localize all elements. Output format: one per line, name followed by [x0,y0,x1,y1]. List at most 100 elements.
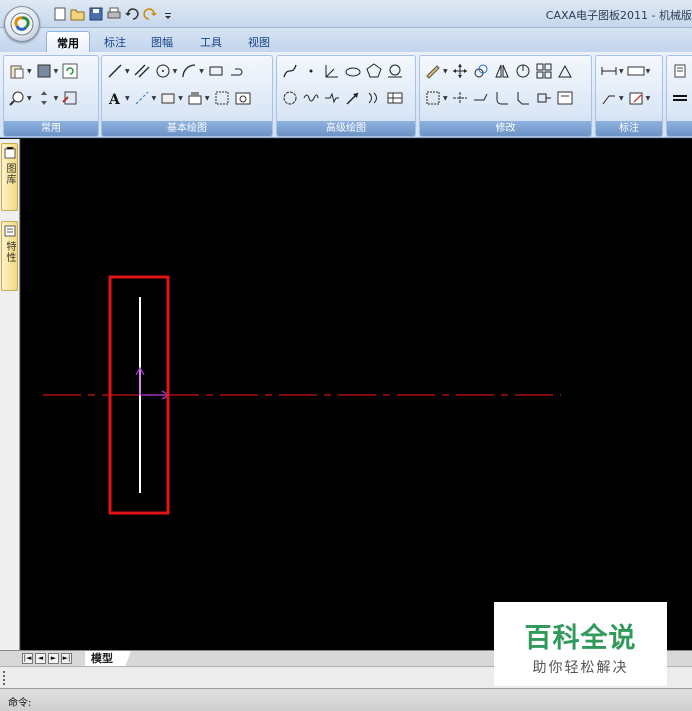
ellipse-icon[interactable] [344,62,362,80]
open-file-icon[interactable] [70,6,86,22]
refresh-icon[interactable] [61,62,79,80]
line-weight-icon[interactable] [671,89,689,107]
side-panel: 图库 特性 [0,139,20,659]
zoom-icon[interactable] [8,89,26,107]
sidetab-properties-label: 特性 [4,241,15,263]
centerline-icon[interactable] [133,89,151,107]
layer-icon[interactable] [35,62,53,80]
prev-tab-button[interactable]: ◄ [35,653,46,664]
table-icon[interactable] [386,89,404,107]
rotate-icon[interactable] [514,62,532,80]
drawing-canvas[interactable] [21,139,692,650]
sidetab-properties[interactable]: 特性 [1,221,18,291]
tab-sheet[interactable]: 图幅 [141,31,183,52]
group-modify-label: 修改 [420,121,591,136]
undo-icon[interactable] [124,6,140,22]
window-title: CAXA电子图板2011 - 机械版 [545,9,692,22]
new-file-icon[interactable] [52,6,68,22]
group-modify: ▼ ▼ 修改 [419,55,592,137]
title-bar: CAXA电子图板2011 - 机械版 [0,0,692,28]
ribbon-panel: ▼ ▼ ▼ ▼ 常用 ▼ ▼ ▼ A ▼ ▼ ▼ ▼ 基本绘图 高级绘图 ▼ ▼… [0,52,692,138]
pan-icon[interactable] [35,89,53,107]
ribbon-tabs: 常用 标注 图幅 工具 视图 [0,28,692,52]
hatch-icon[interactable] [159,89,177,107]
arrow-icon[interactable] [344,89,362,107]
qat-customize-icon[interactable] [160,6,176,22]
break-line-icon[interactable] [323,89,341,107]
redo-icon[interactable] [142,6,158,22]
command-prompt[interactable]: 命令: [8,694,31,709]
save-icon[interactable] [88,6,104,22]
circle-icon[interactable] [154,62,172,80]
annotation-edit-icon[interactable] [627,89,645,107]
fillet-icon[interactable] [493,89,511,107]
spline-icon[interactable] [281,62,299,80]
array-icon[interactable] [535,62,553,80]
polygon-icon[interactable] [365,62,383,80]
group-common-label: 常用 [4,121,98,136]
last-tab-button[interactable]: ►| [61,653,72,664]
explode-icon[interactable] [424,89,442,107]
watermark-subtitle: 助你轻松解决 [532,660,629,676]
scale-icon[interactable] [556,62,574,80]
application-menu-button[interactable] [4,6,40,42]
print-icon[interactable] [106,6,122,22]
group-advanced-draw: 高级绘图 [276,55,416,137]
break-icon[interactable] [556,89,574,107]
stretch-icon[interactable] [535,89,553,107]
drawing-svg [43,275,561,515]
group-more-label [667,121,692,136]
polyline-icon[interactable] [228,62,246,80]
extend-icon[interactable] [472,89,490,107]
tab-common[interactable]: 常用 [46,31,90,52]
hole-icon[interactable] [386,62,404,80]
copy-icon[interactable] [472,62,490,80]
dimension-icon[interactable] [600,62,618,80]
svg-text:A: A [108,92,121,106]
offset-curve-icon[interactable] [365,89,383,107]
angle-line-icon[interactable] [323,62,341,80]
line-icon[interactable] [106,62,124,80]
mirror-icon[interactable] [493,62,511,80]
command-area-grip[interactable] [3,671,6,685]
tolerance-icon[interactable] [627,62,645,80]
properties-panel-icon [4,225,15,237]
trim-icon[interactable] [451,89,469,107]
parallel-line-icon[interactable] [133,62,151,80]
rectangle-icon[interactable] [207,62,225,80]
tab-annotate[interactable]: 标注 [94,31,136,52]
properties-icon[interactable] [61,89,79,107]
sidetab-library[interactable]: 图库 [1,143,18,211]
next-tab-button[interactable]: ► [48,653,59,664]
block-icon[interactable] [186,89,204,107]
tab-model[interactable]: 模型 [85,651,131,666]
caxa-app-window: CAXA电子图板2011 - 机械版 常用 标注 图幅 工具 视图 ▼ ▼ ▼ … [0,0,692,711]
watermark-title: 百科全说 [524,623,637,654]
tab-view[interactable]: 视图 [238,31,280,52]
involute-icon[interactable] [281,89,299,107]
erase-icon[interactable] [424,62,442,80]
text-icon[interactable]: A [106,89,124,107]
tab-tools[interactable]: 工具 [190,31,232,52]
watermark-badge: 百科全说 助你轻松解决 [494,602,667,686]
group-annotate: ▼ ▼ ▼ ▼ 标注 [595,55,663,137]
caxa-logo-icon [10,12,34,36]
group-common: ▼ ▼ ▼ ▼ 常用 [3,55,99,137]
library-icon [4,147,15,159]
ole-object-icon[interactable] [234,89,252,107]
quick-access-toolbar [46,5,182,23]
text-style-icon[interactable] [671,62,689,80]
insert-image-icon[interactable] [213,89,231,107]
group-advanced-draw-label: 高级绘图 [277,121,415,136]
leader-icon[interactable] [600,89,618,107]
group-annotate-label: 标注 [596,121,662,136]
chamfer-icon[interactable] [514,89,532,107]
move-icon[interactable] [451,62,469,80]
paste-icon[interactable] [8,62,26,80]
point-icon[interactable] [302,62,320,80]
wave-line-icon[interactable] [302,89,320,107]
arc-icon[interactable] [180,62,198,80]
first-tab-button[interactable]: |◄ [22,653,33,664]
group-basic-draw: ▼ ▼ ▼ A ▼ ▼ ▼ ▼ 基本绘图 [101,55,273,137]
group-more [666,55,692,137]
